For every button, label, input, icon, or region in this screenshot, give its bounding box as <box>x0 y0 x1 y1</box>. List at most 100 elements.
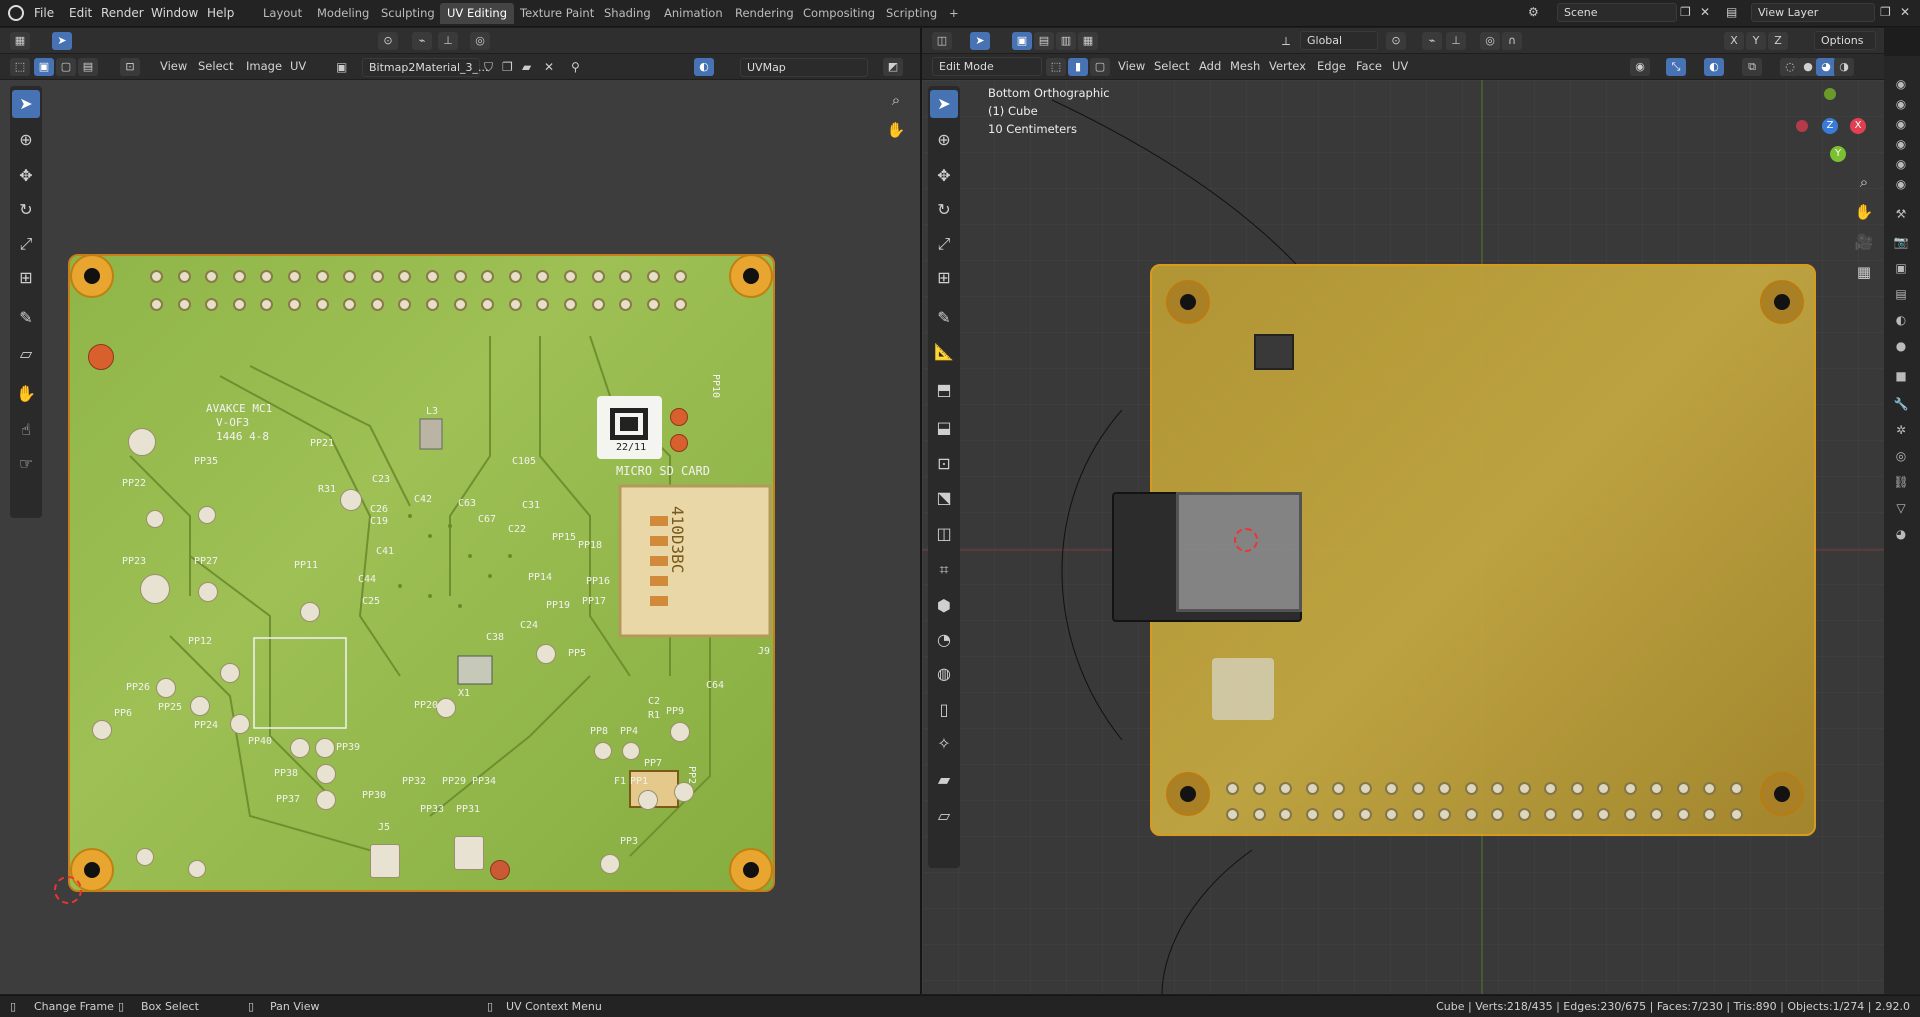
data-tab-icon[interactable]: ▽ <box>1891 498 1911 518</box>
eye-icon[interactable]: ◉ <box>1891 174 1911 194</box>
tab-shading[interactable]: Shading <box>597 3 658 24</box>
eye-icon[interactable]: ◉ <box>1891 114 1911 134</box>
zoom-icon[interactable]: ⌕ <box>1852 170 1876 194</box>
output-tab-icon[interactable]: ▣ <box>1891 258 1911 278</box>
knife-tool-icon[interactable]: ⌗ <box>930 556 958 584</box>
tab-layout[interactable]: Layout <box>256 3 309 24</box>
image-name-field[interactable]: Bitmap2Material_3_... <box>362 58 489 77</box>
overlay-icon[interactable]: ◐ <box>1704 58 1724 76</box>
mode-dropdown[interactable]: Edit Mode <box>932 57 1042 76</box>
tab-modeling[interactable]: Modeling <box>310 3 376 24</box>
bevel-tool-icon[interactable]: ⬔ <box>930 484 958 512</box>
navigation-gizmo[interactable]: Z X Y <box>1790 88 1870 168</box>
xray-icon[interactable]: ⧉ <box>1742 58 1762 76</box>
menu-image[interactable]: Image <box>242 58 286 76</box>
pivot-icon[interactable]: ⊙ <box>378 32 398 50</box>
loop-cut-tool-icon[interactable]: ◫ <box>930 520 958 548</box>
menu-edit[interactable]: Edit <box>69 6 92 20</box>
move-tool-icon[interactable]: ✥ <box>930 162 958 190</box>
pin-icon[interactable]: ⚲ <box>571 60 580 74</box>
menu-help[interactable]: Help <box>207 6 234 20</box>
rip-tool-icon[interactable]: ▱ <box>12 340 40 368</box>
select-tool-icon[interactable]: ➤ <box>970 32 990 50</box>
vertex-select-icon[interactable]: ⬚ <box>1046 58 1066 76</box>
grab-tool-icon[interactable]: ✋ <box>12 380 40 408</box>
eye-icon[interactable]: ◉ <box>1891 134 1911 154</box>
mirror-x-icon[interactable]: X <box>1724 32 1744 50</box>
menu-mesh[interactable]: Mesh <box>1226 58 1264 76</box>
gizmo-neg-x-icon[interactable] <box>1796 120 1808 132</box>
wireframe-shading-icon[interactable]: ◌ <box>1780 58 1800 76</box>
menu-select[interactable]: Select <box>194 58 237 76</box>
edge-slide-tool-icon[interactable]: ▯ <box>930 696 958 724</box>
falloff-icon[interactable]: ∩ <box>1502 32 1522 50</box>
pivot-icon[interactable]: ⊙ <box>1386 32 1406 50</box>
edge-select-icon[interactable]: ▮ <box>1068 58 1088 76</box>
new-image-icon[interactable]: ❐ <box>502 60 513 74</box>
delete-scene-icon[interactable]: ✕ <box>1700 5 1710 19</box>
rotate-tool-icon[interactable]: ↻ <box>12 196 40 224</box>
menu-edge[interactable]: Edge <box>1313 58 1350 76</box>
shrink-tool-icon[interactable]: ✧ <box>930 730 958 758</box>
uv-edge-mode-icon[interactable]: ▢ <box>56 58 76 76</box>
visibility-icon[interactable]: ◉ <box>1630 58 1650 76</box>
unlink-image-icon[interactable]: ✕ <box>544 60 554 74</box>
proportional-icon[interactable]: ◎ <box>1480 32 1500 50</box>
gizmo-x-axis[interactable]: X <box>1850 118 1866 134</box>
render-tab-icon[interactable]: 📷 <box>1891 232 1911 252</box>
tab-compositing[interactable]: Compositing <box>796 3 882 24</box>
uvmap-field[interactable]: UVMap <box>740 58 868 77</box>
menu-uv[interactable]: UV <box>1388 58 1412 76</box>
spin-tool-icon[interactable]: ◔ <box>930 626 958 654</box>
add-cube-tool-icon[interactable]: ⬒ <box>930 376 958 404</box>
open-image-icon[interactable]: ▰ <box>522 60 531 74</box>
face-select-icon[interactable]: ▢ <box>1090 58 1110 76</box>
scene-tab-icon[interactable]: ◐ <box>1891 310 1911 330</box>
uv-sync-icon[interactable]: ▣ <box>34 58 54 76</box>
menu-add[interactable]: Add <box>1195 58 1225 76</box>
select-tool-icon[interactable]: ➤ <box>52 32 72 50</box>
snap-icon[interactable]: ⌁ <box>1422 32 1442 50</box>
scale-tool-icon[interactable]: ⤢ <box>930 230 958 258</box>
tweak-tool-icon[interactable]: ➤ <box>930 90 958 118</box>
rendered-shading-icon[interactable]: ◑ <box>1834 58 1854 76</box>
menu-file[interactable]: File <box>34 6 54 20</box>
gizmo-y-up-icon[interactable] <box>1824 88 1836 100</box>
proportional-icon[interactable]: ◎ <box>470 32 490 50</box>
smooth-tool-icon[interactable]: ◍ <box>930 660 958 688</box>
measure-tool-icon[interactable]: 📐 <box>930 338 958 366</box>
particles-tab-icon[interactable]: ✲ <box>1891 420 1911 440</box>
camera-icon[interactable]: 🎥 <box>1852 230 1876 254</box>
transform-tool-icon[interactable]: ⊞ <box>12 264 40 292</box>
select-subtract-icon[interactable]: ▥ <box>1056 32 1076 50</box>
shear-tool-icon[interactable]: ▰ <box>930 766 958 794</box>
world-tab-icon[interactable]: ● <box>1891 336 1911 356</box>
inset-tool-icon[interactable]: ⊡ <box>930 450 958 478</box>
mirror-y-icon[interactable]: Y <box>1746 32 1766 50</box>
move-tool-icon[interactable]: ✥ <box>12 162 40 190</box>
tweak-tool-icon[interactable]: ➤ <box>12 90 40 118</box>
solid-shading-icon[interactable]: ● <box>1798 58 1818 76</box>
add-workspace-button[interactable]: + <box>942 3 966 24</box>
snap-target-icon[interactable]: ⊥ <box>1446 32 1466 50</box>
gizmo-icon[interactable]: ⤡ <box>1666 58 1686 76</box>
menu-face[interactable]: Face <box>1352 58 1386 76</box>
transform-tool-icon[interactable]: ⊞ <box>930 264 958 292</box>
options-dropdown[interactable]: Options <box>1814 31 1876 50</box>
snap-target-icon[interactable]: ⊥ <box>438 32 458 50</box>
eye-icon[interactable]: ◉ <box>1891 154 1911 174</box>
relax-tool-icon[interactable]: ☝ <box>12 416 40 444</box>
material-tab-icon[interactable]: ◕ <box>1891 524 1911 544</box>
snap-icon[interactable]: ⌁ <box>412 32 432 50</box>
editor-type-icon[interactable]: ▦ <box>10 32 30 50</box>
tab-scripting[interactable]: Scripting <box>879 3 944 24</box>
perspective-grid-icon[interactable]: ▦ <box>1852 260 1876 284</box>
gizmo-y-axis[interactable]: Y <box>1830 146 1846 162</box>
blender-logo-icon[interactable] <box>8 5 24 21</box>
extrude-tool-icon[interactable]: ⬓ <box>930 414 958 442</box>
sticky-select-icon[interactable]: ⊡ <box>120 58 140 76</box>
eye-icon[interactable]: ◉ <box>1891 74 1911 94</box>
pan-hand-icon[interactable]: ✋ <box>884 118 908 142</box>
mirror-z-icon[interactable]: Z <box>1768 32 1788 50</box>
tool-tab-icon[interactable]: ⚒ <box>1891 204 1911 224</box>
